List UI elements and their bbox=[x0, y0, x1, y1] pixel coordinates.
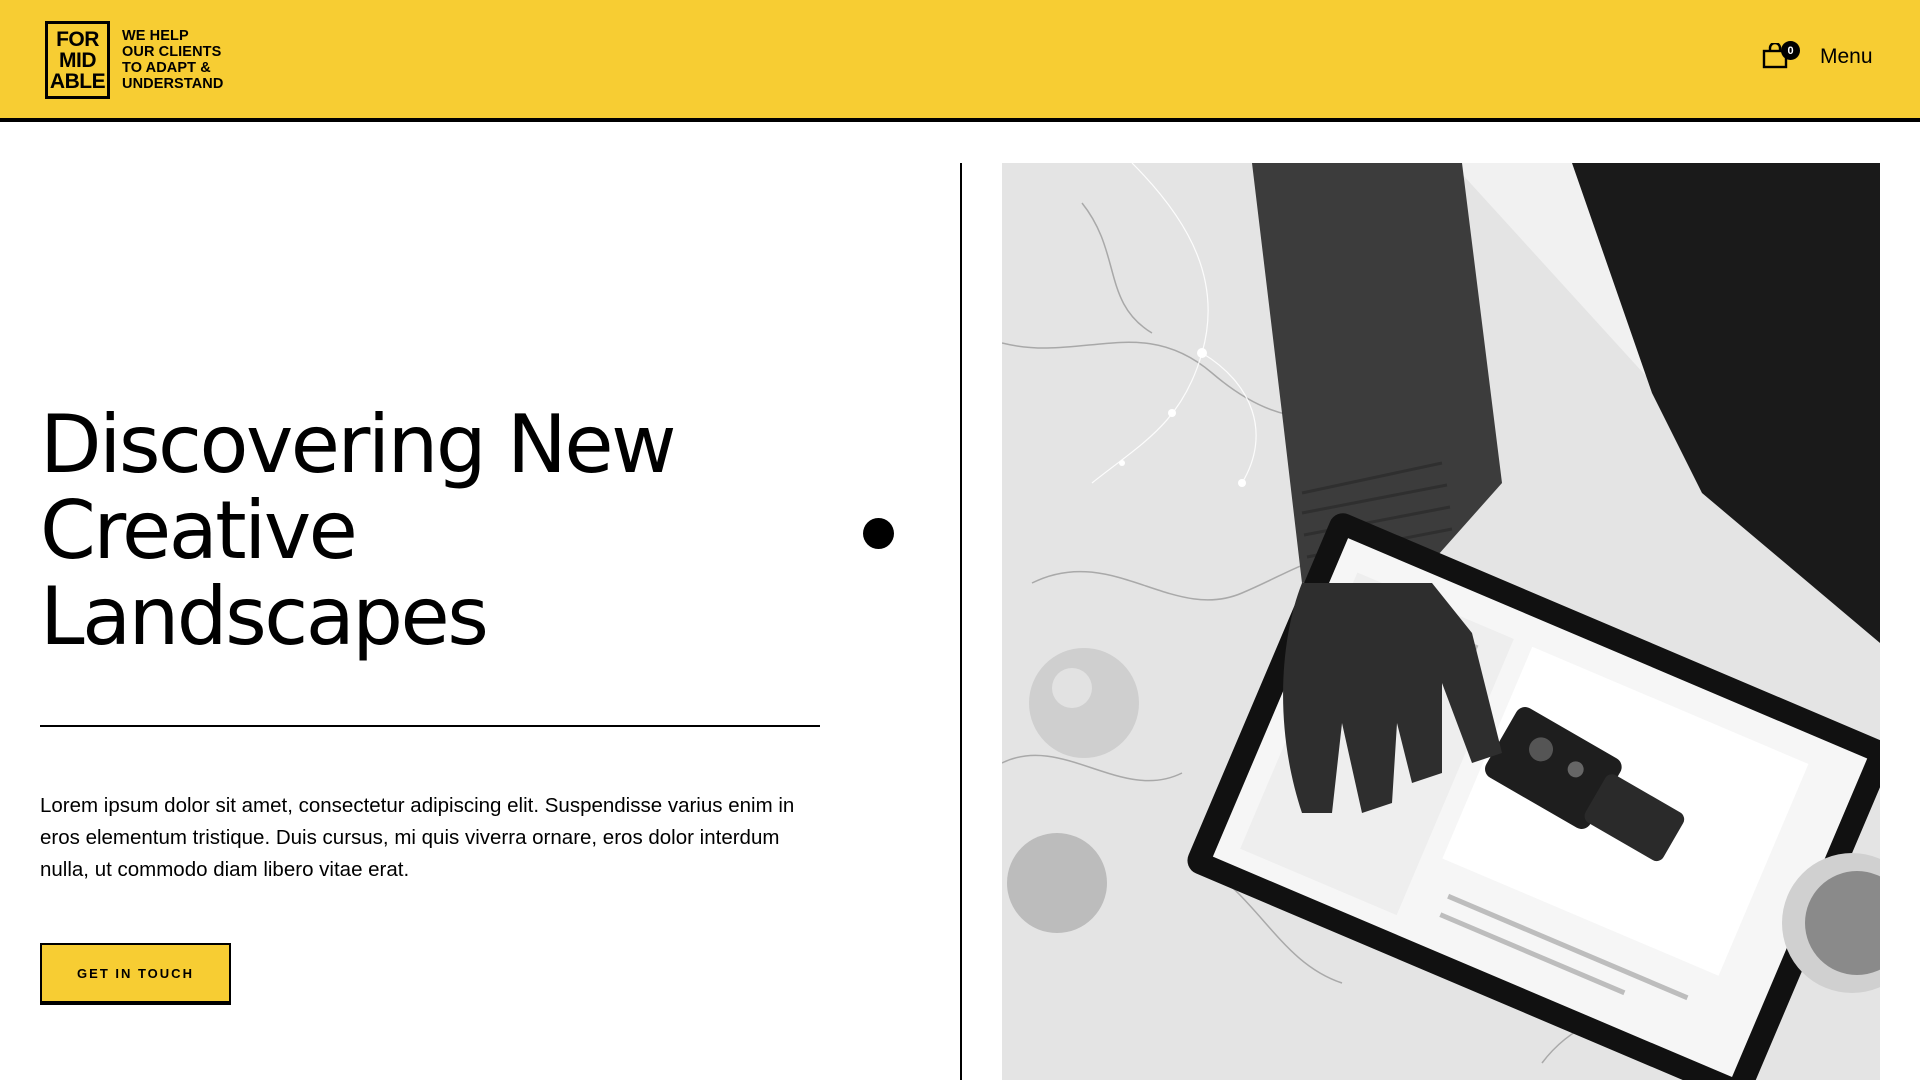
logo-line: ABLE bbox=[49, 69, 106, 93]
horizontal-rule bbox=[40, 725, 820, 727]
hero-title: Discovering New Creative Landscapes bbox=[40, 402, 840, 660]
site-header: FOR MID ABLE We help our clients to adap… bbox=[0, 0, 1920, 122]
decorative-dot bbox=[863, 518, 894, 549]
tagline-line: our clients bbox=[122, 44, 222, 60]
logo-line: MID bbox=[59, 48, 97, 72]
hero-title-line: Landscapes bbox=[40, 570, 489, 663]
hero-photo-illustration bbox=[1002, 163, 1880, 1080]
get-in-touch-button[interactable]: Get in touch bbox=[40, 943, 231, 1005]
menu-button[interactable]: Menu bbox=[1820, 45, 1873, 69]
hero-image bbox=[1002, 163, 1880, 1080]
cart-button[interactable]: 0 bbox=[1762, 40, 1802, 74]
tagline-line: understand bbox=[122, 76, 224, 92]
vertical-divider bbox=[960, 163, 962, 1080]
tagline-line: to adapt & bbox=[122, 60, 211, 76]
hero-title-line: Creative bbox=[40, 484, 358, 577]
logo-tagline: We help our clients to adapt & understan… bbox=[122, 28, 223, 92]
logo[interactable]: FOR MID ABLE We help our clients to adap… bbox=[45, 21, 223, 99]
hero-description: Lorem ipsum dolor sit amet, consectetur … bbox=[40, 794, 795, 881]
hero-title-line: Discovering New bbox=[40, 398, 677, 491]
cart-count-badge: 0 bbox=[1781, 41, 1800, 60]
tagline-line: We help bbox=[122, 28, 189, 44]
logo-mark: FOR MID ABLE bbox=[45, 21, 110, 99]
logo-line: FOR bbox=[56, 27, 99, 51]
